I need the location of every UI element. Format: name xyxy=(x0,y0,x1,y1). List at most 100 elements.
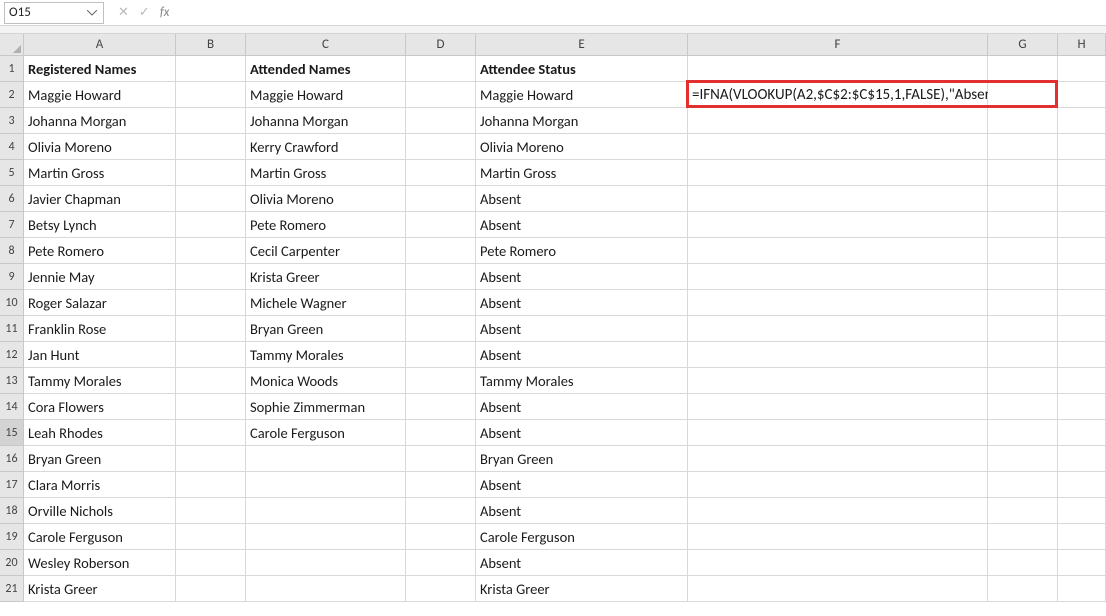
cell[interactable] xyxy=(688,186,988,212)
formula-bar-input[interactable] xyxy=(183,2,1102,24)
cell[interactable] xyxy=(988,212,1058,238)
formula-annotation-cell[interactable]: =IFNA(VLOOKUP(A2,$C$2:$C$15,1,FALSE),"Ab… xyxy=(688,82,988,108)
cell[interactable]: Tammy Morales xyxy=(246,342,406,368)
cell[interactable] xyxy=(176,264,246,290)
cell[interactable]: Maggie Howard xyxy=(246,82,406,108)
cell[interactable]: Bryan Green xyxy=(476,446,688,472)
chevron-down-icon[interactable] xyxy=(85,6,99,20)
cell[interactable]: Bryan Green xyxy=(24,446,176,472)
cell[interactable] xyxy=(688,472,988,498)
cell[interactable]: Johanna Morgan xyxy=(24,108,176,134)
cell[interactable] xyxy=(688,264,988,290)
cell[interactable] xyxy=(406,134,476,160)
cell[interactable] xyxy=(406,56,476,82)
name-box[interactable]: O15 xyxy=(4,2,104,24)
cell[interactable] xyxy=(406,238,476,264)
cell[interactable] xyxy=(1058,472,1106,498)
cell[interactable] xyxy=(1058,394,1106,420)
cell[interactable] xyxy=(176,186,246,212)
cell[interactable] xyxy=(176,316,246,342)
cell[interactable] xyxy=(406,212,476,238)
cell[interactable] xyxy=(688,212,988,238)
cell[interactable] xyxy=(988,108,1058,134)
cell[interactable] xyxy=(988,316,1058,342)
cell[interactable]: Cora Flowers xyxy=(24,394,176,420)
cell[interactable]: Olivia Moreno xyxy=(476,134,688,160)
column-header[interactable]: H xyxy=(1058,34,1106,56)
column-header[interactable]: A xyxy=(24,34,176,56)
row-header[interactable]: 16 xyxy=(0,446,24,472)
cell[interactable] xyxy=(176,576,246,602)
cell[interactable] xyxy=(406,368,476,394)
cell[interactable]: Attendee Status xyxy=(476,56,688,82)
cell[interactable]: Johanna Morgan xyxy=(476,108,688,134)
cell[interactable]: Javier Chapman xyxy=(24,186,176,212)
cell[interactable] xyxy=(1058,160,1106,186)
row-header[interactable]: 14 xyxy=(0,394,24,420)
column-header[interactable]: B xyxy=(176,34,246,56)
cell[interactable]: Martin Gross xyxy=(246,160,406,186)
cell[interactable] xyxy=(176,238,246,264)
cell[interactable] xyxy=(688,238,988,264)
row-header[interactable]: 10 xyxy=(0,290,24,316)
cell[interactable] xyxy=(406,108,476,134)
cell[interactable] xyxy=(176,446,246,472)
cell[interactable] xyxy=(688,134,988,160)
row-header[interactable]: 13 xyxy=(0,368,24,394)
cell[interactable]: Martin Gross xyxy=(476,160,688,186)
cell[interactable] xyxy=(246,446,406,472)
enter-icon[interactable]: ✓ xyxy=(139,5,150,20)
cell[interactable] xyxy=(406,186,476,212)
insert-function-icon[interactable]: fx xyxy=(160,5,170,20)
cell[interactable] xyxy=(406,82,476,108)
column-header[interactable]: F xyxy=(688,34,988,56)
cell[interactable] xyxy=(1058,186,1106,212)
cell[interactable]: Orville Nichols xyxy=(24,498,176,524)
cell[interactable] xyxy=(688,316,988,342)
cell[interactable] xyxy=(988,56,1058,82)
cell[interactable] xyxy=(406,316,476,342)
cell[interactable]: Maggie Howard xyxy=(476,82,688,108)
cell[interactable]: Absent xyxy=(476,186,688,212)
cell[interactable] xyxy=(246,550,406,576)
cell[interactable] xyxy=(406,290,476,316)
row-header[interactable]: 20 xyxy=(0,550,24,576)
cell[interactable] xyxy=(1058,498,1106,524)
cell[interactable] xyxy=(406,576,476,602)
cell[interactable] xyxy=(1058,550,1106,576)
cell[interactable] xyxy=(406,498,476,524)
cell[interactable] xyxy=(406,446,476,472)
cell[interactable] xyxy=(176,342,246,368)
cell[interactable] xyxy=(1058,342,1106,368)
cell[interactable] xyxy=(176,134,246,160)
cell[interactable] xyxy=(988,290,1058,316)
cell[interactable]: Jan Hunt xyxy=(24,342,176,368)
cell[interactable]: Bryan Green xyxy=(246,316,406,342)
cell[interactable] xyxy=(988,420,1058,446)
cell[interactable] xyxy=(988,82,1058,108)
cell[interactable]: Absent xyxy=(476,472,688,498)
cell[interactable]: Krista Greer xyxy=(24,576,176,602)
cell[interactable] xyxy=(406,524,476,550)
cell[interactable]: Olivia Moreno xyxy=(24,134,176,160)
row-header[interactable]: 5 xyxy=(0,160,24,186)
cell[interactable] xyxy=(688,160,988,186)
row-header[interactable]: 6 xyxy=(0,186,24,212)
cell[interactable] xyxy=(688,394,988,420)
cell[interactable] xyxy=(406,472,476,498)
cell[interactable] xyxy=(988,550,1058,576)
cell[interactable]: Absent xyxy=(476,550,688,576)
cell[interactable] xyxy=(988,446,1058,472)
cell[interactable] xyxy=(988,498,1058,524)
cell[interactable]: Betsy Lynch xyxy=(24,212,176,238)
cell[interactable] xyxy=(1058,576,1106,602)
cell[interactable] xyxy=(176,290,246,316)
cell[interactable] xyxy=(688,524,988,550)
cell[interactable]: Krista Greer xyxy=(476,576,688,602)
cell[interactable]: Carole Ferguson xyxy=(246,420,406,446)
cell[interactable]: Registered Names xyxy=(24,56,176,82)
cell[interactable] xyxy=(1058,212,1106,238)
cell[interactable]: Olivia Moreno xyxy=(246,186,406,212)
cell[interactable] xyxy=(406,264,476,290)
cell[interactable] xyxy=(688,368,988,394)
